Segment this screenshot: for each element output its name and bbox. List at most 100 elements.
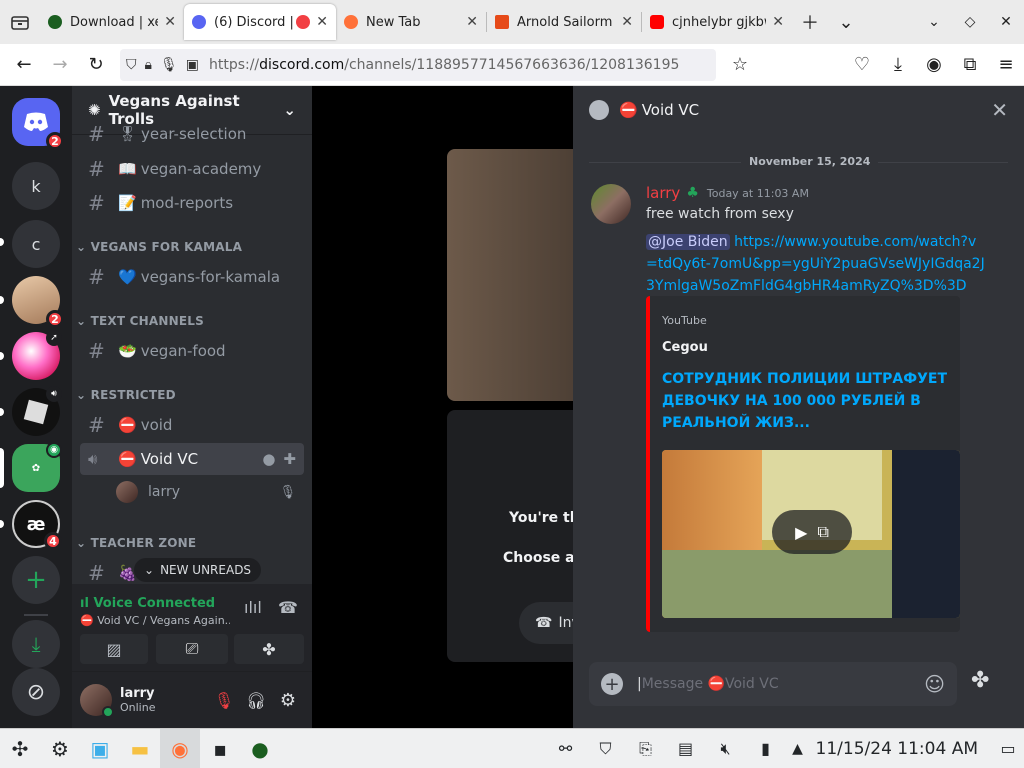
avatar[interactable] (80, 684, 114, 718)
close-icon[interactable]: ✕ (991, 98, 1008, 122)
settings-gear-icon[interactable]: ⚙ (272, 690, 304, 711)
share-screen-button[interactable]: ⎚ (156, 634, 228, 664)
open-external-icon[interactable]: ⧉ (817, 522, 828, 542)
server-ae[interactable]: æ 4 (12, 500, 62, 550)
category-teacher-zone[interactable]: ⌄ TEACHER ZONE (76, 536, 196, 550)
app-launcher-icon[interactable]: ✣ (0, 729, 40, 768)
discord-home-icon[interactable]: 2 (12, 98, 64, 150)
list-all-tabs-icon[interactable]: ⌄ (828, 4, 864, 40)
category-text-channels[interactable]: ⌄ TEXT CHANNELS (76, 314, 204, 328)
invite-member-icon[interactable]: ✚ (283, 450, 296, 468)
message-author[interactable]: larry (646, 184, 680, 202)
server-vegans-against-trolls[interactable]: ✿ ◉ (12, 442, 62, 492)
message-composer[interactable]: + |Message ⛔Void VC ☺ (589, 662, 957, 706)
minimize-window-icon[interactable]: ⌄ (916, 4, 952, 40)
embed-author[interactable]: Cegou (662, 340, 708, 355)
server-avatar-woman[interactable]: 2 (12, 276, 64, 328)
play-icon[interactable]: ▶ (795, 523, 807, 542)
disconnect-icon[interactable]: ☎ (278, 598, 298, 617)
server-c[interactable]: c (12, 220, 60, 268)
browser-tab-youtube[interactable]: cjnhelybr gjkbw ✕ (642, 4, 792, 40)
server-k[interactable]: k (12, 162, 60, 210)
extensions-icon[interactable]: ⧉ (952, 47, 988, 83)
camera-blocked-icon[interactable]: ▣ (186, 57, 199, 73)
category-vegans-for-kamala[interactable]: ⌄ VEGANS FOR KAMALA (76, 240, 242, 254)
new-unreads-pill[interactable]: ⌄ NEW UNREADS (134, 558, 262, 582)
back-icon[interactable]: ← (6, 47, 42, 83)
close-tab-icon[interactable]: ✕ (621, 14, 633, 30)
activities-button[interactable]: ✤ (234, 634, 304, 664)
close-tab-icon[interactable]: ✕ (316, 14, 328, 30)
menu-icon[interactable]: ≡ (988, 47, 1024, 83)
system-clock[interactable]: 11/15/24 11:04 AM (816, 739, 978, 759)
close-tab-icon[interactable]: ✕ (164, 14, 176, 30)
channel-mod-reports[interactable]: # 📝 mod-reports (80, 187, 304, 219)
system-settings-icon[interactable]: ⚙ (40, 729, 80, 768)
forward-icon[interactable]: → (42, 47, 78, 83)
pocket-icon[interactable]: ♡ (844, 47, 880, 83)
message-input[interactable]: |Message ⛔Void VC (637, 676, 924, 692)
headphones-icon[interactable]: 🎧︎ (240, 691, 272, 710)
voice-connected-status[interactable]: ıl Voice Connected (80, 596, 215, 611)
mute-mic-icon[interactable]: 🎙︎ (208, 691, 240, 710)
close-tab-icon[interactable]: ✕ (466, 14, 478, 30)
notes-icon[interactable]: ▤ (666, 729, 706, 768)
tray-expand-icon[interactable]: ▲ (786, 729, 810, 768)
add-attachment-icon[interactable]: + (601, 673, 623, 695)
activities-icon[interactable]: ✤ (971, 668, 989, 693)
user-mention[interactable]: @Joe Biden (646, 234, 730, 250)
channel-vegan-academy[interactable]: # 📖 vegan-academy (80, 153, 304, 185)
embed-video-thumbnail[interactable]: ▶ ⧉ (662, 450, 960, 618)
xemu-taskbar-icon[interactable]: ● (240, 729, 280, 768)
avatar[interactable] (591, 184, 631, 224)
server-roblox[interactable]: 🔊︎ (12, 386, 62, 436)
new-tab-icon[interactable]: ＋ (792, 4, 828, 40)
url-bar[interactable]: ⛉ 🔒︎ 🎙︎ ▣ https://discord.com/channels/1… (120, 48, 716, 81)
embed-title[interactable]: СОТРУДНИК ПОЛИЦИИ ШТРАФУЕТ ДЕВОЧКУ НА 10… (662, 368, 952, 434)
maximize-window-icon[interactable]: ◇ (952, 4, 988, 40)
browser-tab-arnold[interactable]: Arnold Sailorm ✕ (487, 4, 641, 40)
open-chat-icon[interactable]: ● (262, 450, 275, 468)
browser-tab-newtab[interactable]: New Tab ✕ (336, 4, 486, 40)
browser-tab-discord[interactable]: (6) Discord | ✕ (184, 4, 336, 40)
downloads-icon[interactable]: ⤓ (880, 47, 916, 83)
bookmark-star-icon[interactable]: ☆ (722, 47, 758, 83)
volume-muted-icon[interactable]: 🔇︎ (706, 729, 746, 768)
show-desktop-icon[interactable]: ▭ (992, 729, 1024, 768)
discover-store-icon[interactable]: ▣ (80, 729, 120, 768)
mute-tab-icon[interactable] (296, 15, 311, 29)
noise-suppression-icon[interactable]: ılıl (244, 598, 262, 617)
battery-icon[interactable]: ▮ (746, 729, 786, 768)
firefox-taskbar-icon[interactable]: ◉ (160, 728, 200, 768)
close-tab-icon[interactable]: ✕ (772, 14, 784, 30)
category-restricted[interactable]: ⌄ RESTRICTED (76, 388, 176, 402)
security-shield-icon[interactable]: ⛉ (586, 729, 626, 768)
channel-vegans-for-kamala[interactable]: # 💙 vegans-for-kamala (80, 261, 304, 293)
voice-member-larry[interactable]: larry 🎙︎ (108, 476, 304, 508)
channel-year-selection[interactable]: # 🎖 year-selection (80, 122, 304, 146)
participant-tile[interactable] (447, 149, 587, 401)
account-icon[interactable]: ◉ (916, 47, 952, 83)
close-window-icon[interactable]: ✕ (988, 4, 1024, 40)
lock-icon[interactable]: 🔒︎ (145, 57, 152, 73)
user-info[interactable]: larry Online (120, 686, 208, 714)
reload-icon[interactable]: ↻ (78, 47, 114, 83)
browser-tab-download[interactable]: Download | xe ✕ (40, 4, 184, 40)
download-apps-icon[interactable]: ⤓ (12, 620, 60, 668)
file-manager-icon[interactable]: ▬ (120, 729, 160, 768)
shield-icon[interactable]: ⛉ (126, 57, 137, 73)
emoji-picker-icon[interactable]: ☺ (924, 672, 945, 696)
terminal-icon[interactable]: ▪ (200, 729, 240, 768)
add-server-icon[interactable]: + (12, 556, 60, 604)
server-pink[interactable]: ➚ (12, 330, 62, 380)
play-controls[interactable]: ▶ ⧉ (772, 510, 852, 554)
tab-overview-icon[interactable] (0, 4, 40, 40)
channel-void-vc[interactable]: 🔊︎ ⛔ Void VC ● ✚ (80, 443, 304, 475)
explore-servers-icon[interactable]: ⊘ (12, 668, 60, 716)
camera-button[interactable]: ▨ (80, 634, 148, 664)
voice-location[interactable]: ⛔ Void VC / Vegans Again... (80, 614, 230, 627)
channel-void[interactable]: # ⛔ void (80, 409, 304, 441)
clipboard-icon[interactable]: ⎘ (626, 729, 666, 768)
mic-blocked-icon[interactable]: 🎙︎ (160, 57, 178, 73)
channel-vegan-food[interactable]: # 🥗 vegan-food (80, 335, 304, 367)
